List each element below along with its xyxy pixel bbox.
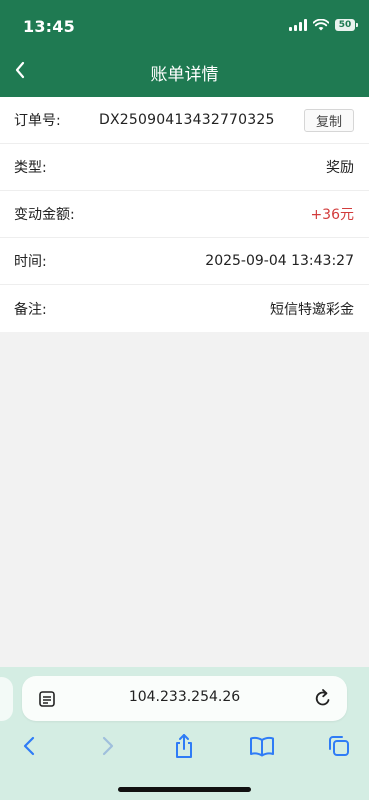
order-row: 订单号: DX25090413432770325 复制 [0, 97, 369, 144]
order-number: DX25090413432770325 [99, 112, 275, 128]
home-indicator [118, 787, 251, 792]
note-value: 短信特邀彩金 [270, 301, 354, 318]
battery-icon: 50 [335, 19, 358, 31]
back-arrow-icon [23, 736, 35, 756]
amount-row: 变动金额: +36元 [0, 191, 369, 238]
bookmarks-button[interactable] [247, 731, 277, 761]
browser-toolbar [0, 731, 369, 763]
note-row: 备注: 短信特邀彩金 [0, 285, 369, 332]
wifi-icon [313, 19, 329, 31]
type-value: 奖励 [326, 160, 354, 176]
amount-value: +36元 [310, 207, 354, 223]
tabs-button[interactable] [324, 731, 354, 761]
share-button[interactable] [169, 731, 199, 761]
cellular-signal-icon [289, 19, 307, 31]
status-time: 13:45 [23, 17, 75, 36]
address-bar[interactable]: 104.233.254.26 [22, 676, 347, 721]
time-row: 时间: 2025-09-04 13:43:27 [0, 238, 369, 285]
status-icons: 50 [289, 19, 358, 31]
forward-arrow-icon [102, 736, 114, 756]
tabs-icon [329, 736, 349, 756]
note-label: 备注: [14, 301, 47, 318]
previous-tab-edge[interactable] [0, 677, 13, 721]
header: 13:45 50 账单详情 [0, 0, 369, 97]
bookmarks-icon [250, 736, 274, 757]
time-label: 时间: [14, 254, 47, 270]
amount-label: 变动金额: [14, 207, 75, 223]
forward-nav-button[interactable] [93, 731, 123, 761]
share-icon [176, 734, 192, 758]
url-text[interactable]: 104.233.254.26 [22, 689, 347, 705]
browser-bottom-bar: 104.233.254.26 [0, 667, 369, 800]
copy-button[interactable]: 复制 [303, 108, 354, 132]
type-label: 类型: [14, 160, 47, 176]
page-title: 账单详情 [150, 65, 219, 85]
screen: 13:45 50 账单详情 订单号: DX25090413432770325 复… [0, 0, 369, 800]
type-row: 类型: 奖励 [0, 144, 369, 191]
order-label: 订单号: [14, 113, 61, 129]
time-value: 2025-09-04 13:43:27 [205, 253, 354, 269]
reload-icon[interactable] [313, 687, 333, 709]
back-nav-button[interactable] [14, 731, 44, 761]
bill-detail-list: 订单号: DX25090413432770325 复制 类型: 奖励 变动金额:… [0, 97, 369, 332]
